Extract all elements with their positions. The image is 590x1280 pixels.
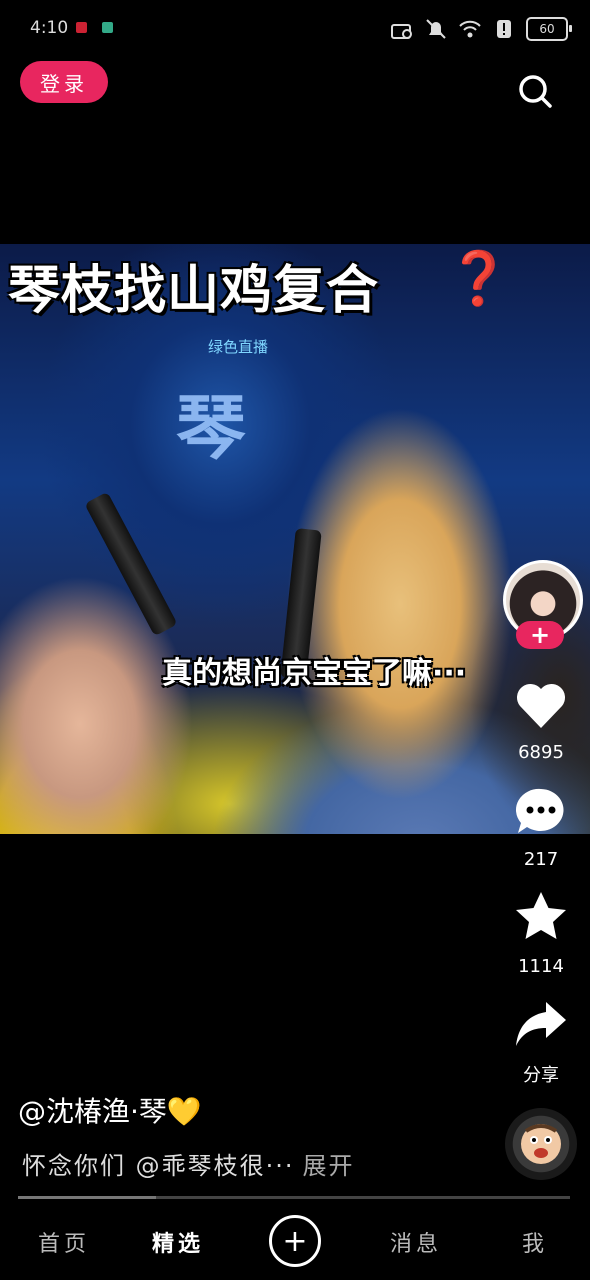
backdrop-character: 琴 (176, 387, 246, 469)
comment-button[interactable] (511, 785, 571, 839)
video-progress-bar[interactable] (18, 1196, 570, 1199)
comment-count: 217 (523, 849, 559, 870)
nav-me[interactable]: 我 (522, 1226, 548, 1258)
expand-link[interactable]: 展开 (303, 1152, 355, 1180)
stage-label: 绿色直播 (208, 338, 269, 356)
notification-icon (102, 22, 113, 33)
network-icon (391, 24, 412, 39)
nav-messages[interactable]: 消息 (390, 1226, 442, 1258)
share-icon (516, 1002, 566, 1046)
status-bar: 4:10 60 (0, 0, 590, 58)
battery-icon: 60 (526, 17, 572, 41)
favorite-button[interactable] (511, 890, 571, 942)
login-button[interactable]: 登录 (20, 61, 108, 103)
microphone (84, 491, 178, 637)
video-caption: 真的想尚京宝宝了嘛··· (162, 656, 467, 691)
description-text: 怀念你们 @乖琴枝很··· (22, 1152, 295, 1180)
search-icon[interactable] (516, 72, 554, 110)
nav-add-button[interactable]: + (269, 1215, 321, 1267)
favorite-count: 1114 (518, 956, 564, 977)
question-mark: ❓ (446, 249, 511, 309)
star-icon (516, 892, 566, 939)
post-description: 怀念你们 @乖琴枝很··· 展开 (22, 1146, 355, 1181)
share-label: 分享 (523, 1065, 559, 1086)
mute-bell-icon (426, 19, 446, 39)
status-icons: 60 (390, 14, 572, 44)
video-title: 琴枝找山鸡复合 (8, 261, 380, 321)
status-time: 4:10 (30, 18, 69, 38)
wifi-icon (459, 20, 481, 38)
alert-icon (497, 20, 511, 38)
music-disc[interactable] (505, 1108, 577, 1180)
emoji-face-icon (521, 1124, 561, 1164)
like-button[interactable] (511, 680, 571, 730)
comment-icon (515, 788, 564, 833)
author-name[interactable]: @沈椿渔·琴💛 (18, 1090, 202, 1130)
share-button[interactable] (511, 1000, 571, 1048)
nav-featured[interactable]: 精选 (152, 1226, 204, 1258)
nav-home[interactable]: 首页 (38, 1226, 90, 1258)
video-progress-fill (18, 1196, 156, 1199)
heart-icon (516, 683, 566, 728)
follow-button[interactable]: + (516, 621, 564, 649)
notification-icon (76, 22, 87, 33)
plus-icon: + (282, 1223, 308, 1259)
like-count: 6895 (518, 742, 564, 763)
